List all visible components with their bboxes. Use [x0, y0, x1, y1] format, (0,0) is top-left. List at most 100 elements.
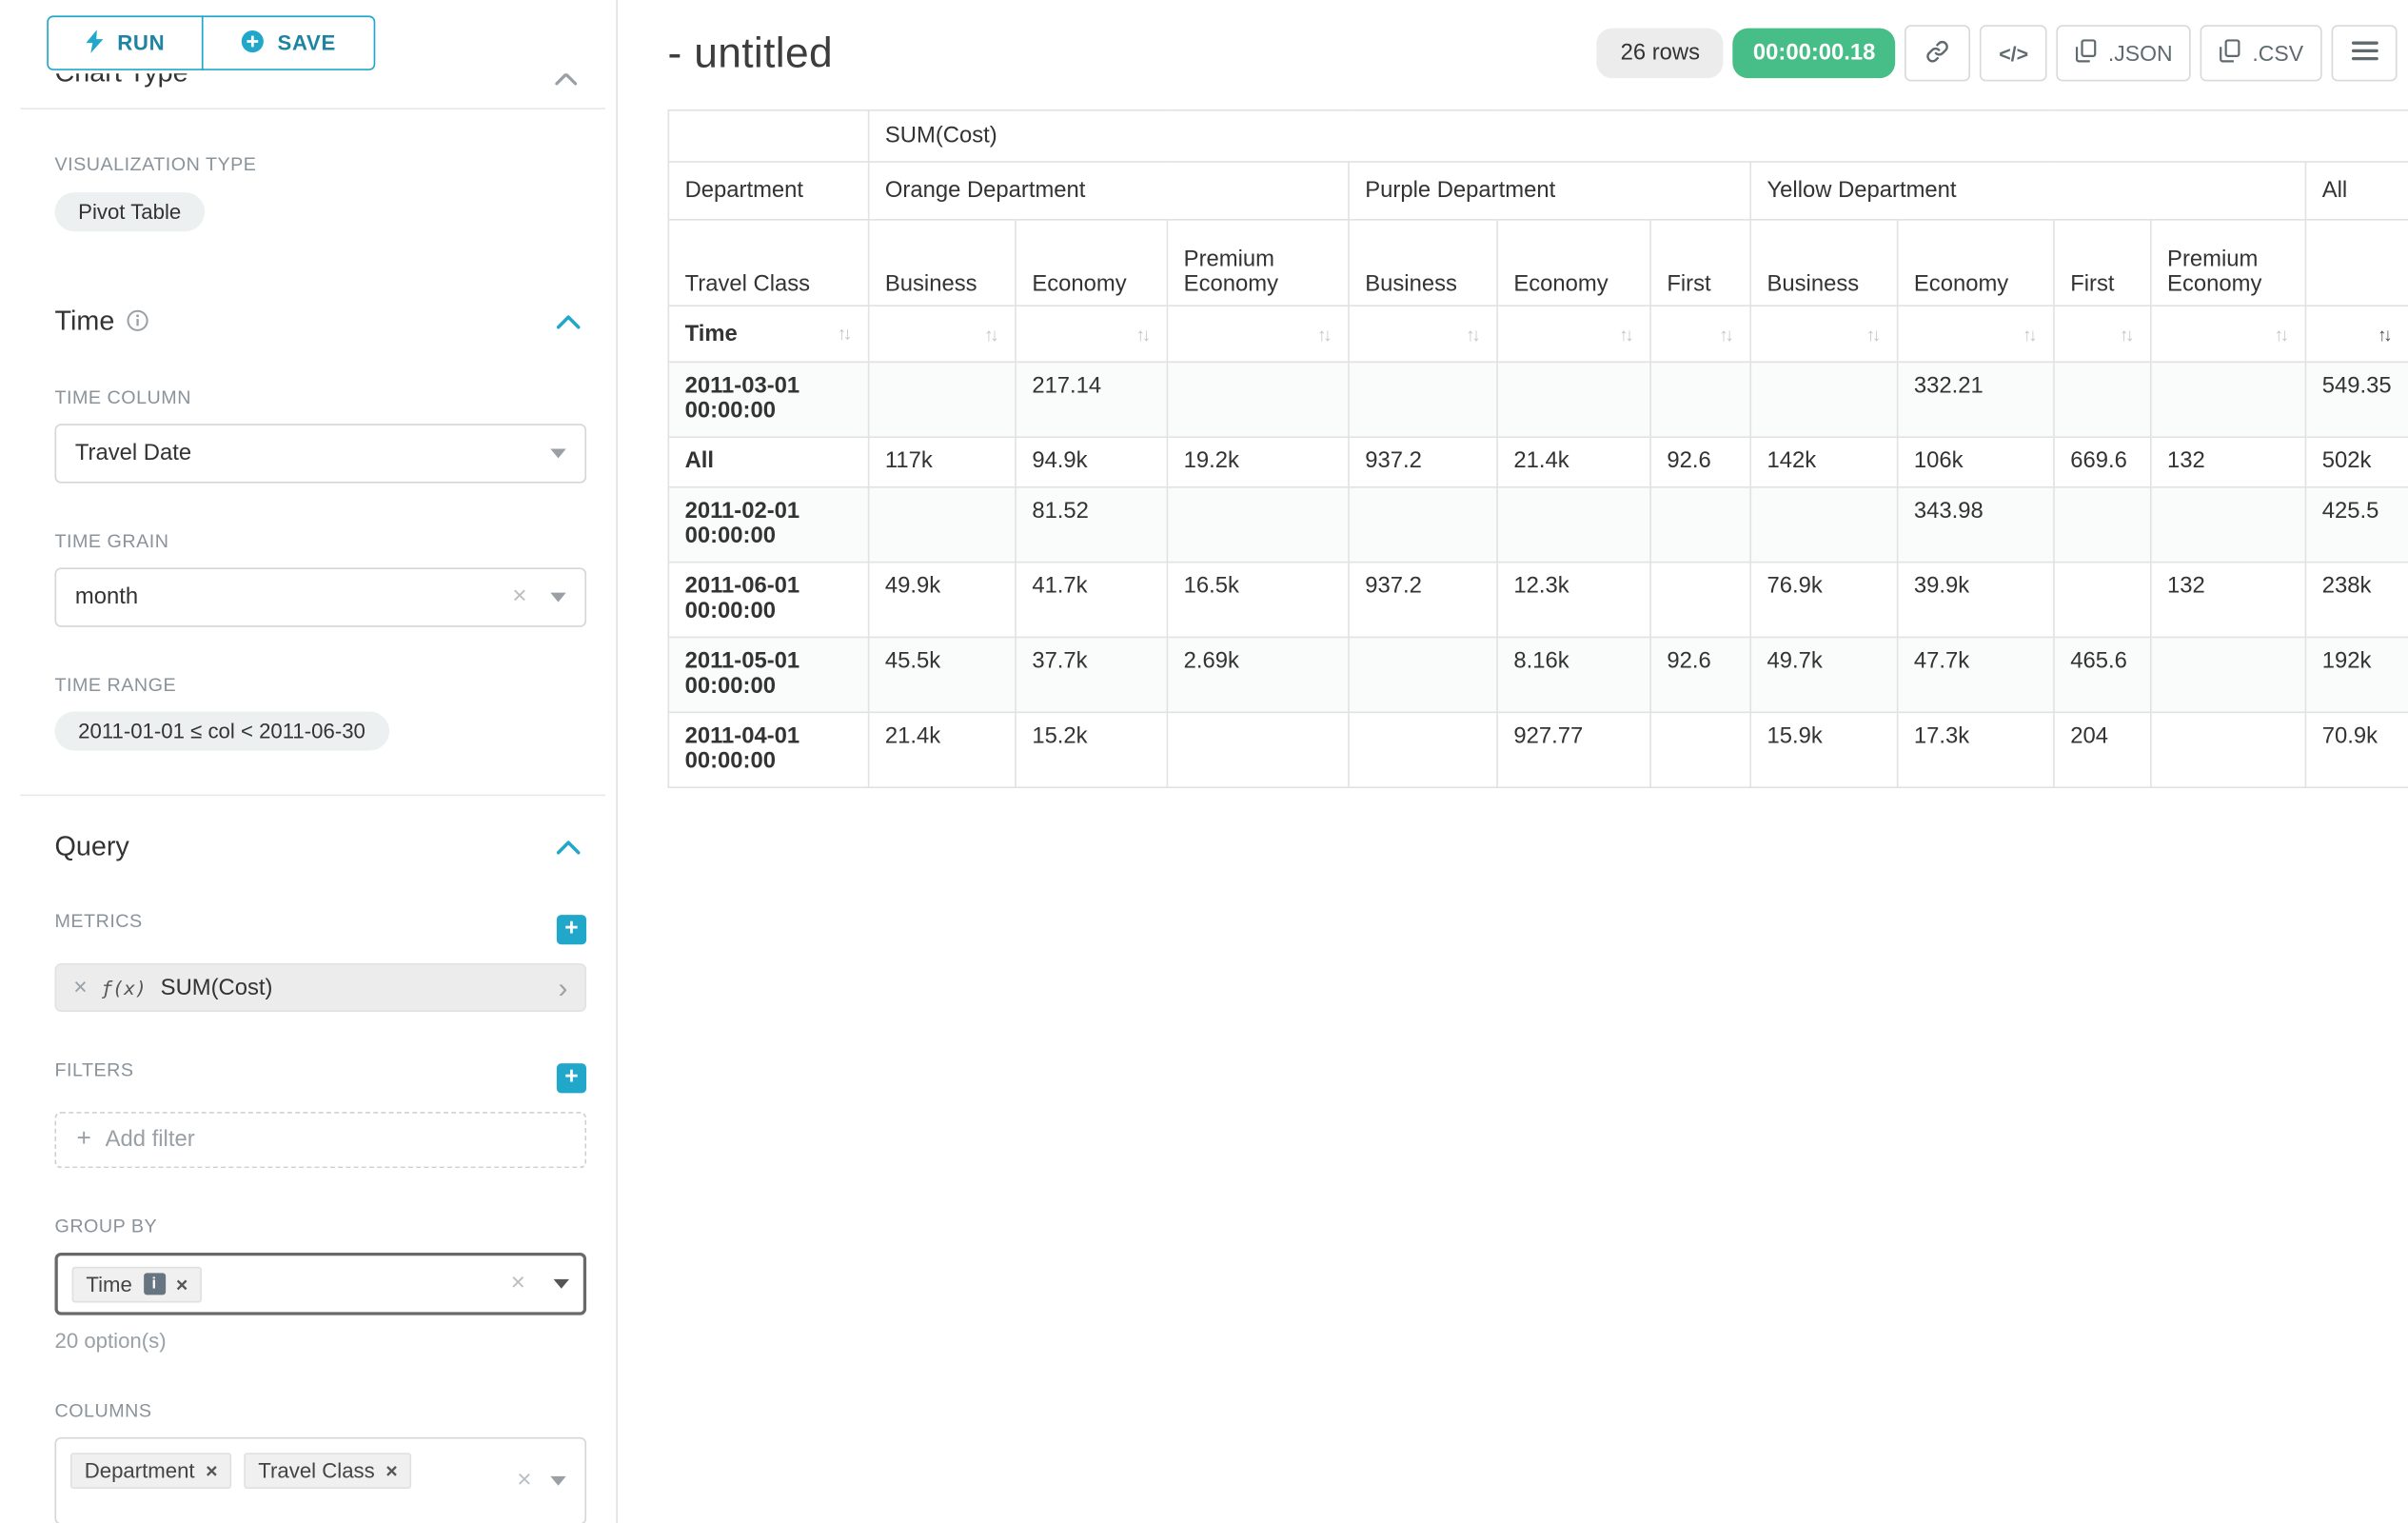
sort-icon[interactable]: ↑↓ — [2023, 326, 2038, 346]
pivot-sort-cell[interactable]: ↑↓ — [2054, 306, 2151, 362]
columns-field: COLUMNS Department×Travel Class× × 19 op… — [55, 1399, 587, 1523]
pivot-sort-cell[interactable]: ↑↓ — [1898, 306, 2054, 362]
time-column-select[interactable]: Travel Date — [55, 424, 587, 483]
close-icon[interactable]: × — [512, 584, 526, 609]
pivot-value-cell: 49.9k — [869, 563, 1016, 638]
time-grain-select[interactable]: month × — [55, 567, 587, 626]
pivot-class-header: Economy — [1497, 220, 1650, 306]
pivot-time-header[interactable]: Time↑↓ — [668, 306, 868, 362]
link-icon — [1925, 38, 1950, 68]
select-tag[interactable]: Travel Class× — [245, 1453, 412, 1489]
row-count-badge: 26 rows — [1597, 29, 1724, 79]
pivot-value-cell — [2054, 362, 2151, 437]
pivot-sort-cell[interactable]: ↑↓ — [2151, 306, 2306, 362]
pivot-value-cell: 92.6 — [1650, 637, 1750, 712]
pivot-all-header: All — [2305, 162, 2408, 220]
sort-icon[interactable]: ↑↓ — [1317, 326, 1332, 346]
pivot-sort-cell[interactable]: ↑↓ — [1750, 306, 1897, 362]
time-range-value[interactable]: 2011-01-01 ≤ col < 2011-06-30 — [55, 712, 389, 751]
pivot-value-cell — [1349, 487, 1497, 563]
pivot-sort-cell[interactable]: ↑↓ — [1497, 306, 1650, 362]
columns-select[interactable]: Department× Travel Class× × — [55, 1437, 587, 1523]
export-csv-label: .CSV — [2252, 41, 2303, 66]
save-button[interactable]: SAVE — [203, 15, 375, 70]
select-tag[interactable]: Department× — [70, 1453, 231, 1489]
pivot-value-cell: 142k — [1750, 437, 1897, 487]
time-range-field: TIME RANGE 2011-01-01 ≤ col < 2011-06-30 — [55, 674, 587, 751]
explore-page: RUN SAVE Chart Type VISUALIZATION TYPE P… — [0, 0, 2408, 1523]
run-button[interactable]: RUN — [47, 15, 204, 70]
pivot-table: SUM(Cost)DepartmentOrange DepartmentPurp… — [668, 109, 2408, 788]
pivot-value-cell — [2054, 487, 2151, 563]
add-filter-button[interactable]: + Add filter — [55, 1112, 587, 1168]
close-icon[interactable]: × — [517, 1469, 531, 1493]
pivot-value-cell: 15.9k — [1750, 712, 1897, 787]
pivot-sort-cell[interactable]: ↑↓ — [2305, 306, 2408, 362]
sort-icon[interactable]: ↑↓ — [1136, 326, 1152, 346]
chevron-up-icon[interactable] — [557, 305, 581, 338]
pivot-value-cell: 41.7k — [1016, 563, 1167, 638]
close-icon[interactable]: × — [511, 1272, 525, 1296]
pivot-value-cell: 16.5k — [1167, 563, 1349, 638]
chevron-up-icon — [555, 73, 577, 93]
chevron-right-icon[interactable]: › — [559, 974, 568, 1002]
query-section-header[interactable]: Query — [55, 830, 587, 863]
pivot-value-cell: 19.2k — [1167, 437, 1349, 487]
sort-icon[interactable]: ↑↓ — [1466, 326, 1481, 346]
pivot-value-cell — [1750, 487, 1897, 563]
metric-item[interactable]: × ƒ(x) SUM(Cost) › — [55, 963, 587, 1012]
sort-icon[interactable]: ↑↓ — [838, 325, 853, 344]
metrics-label: METRICS — [55, 910, 143, 932]
more-options-button[interactable] — [2332, 25, 2398, 81]
chart-header: - untitled 26 rows 00:00:00.18 </> .JSON — [668, 25, 2398, 81]
copy-link-button[interactable] — [1905, 25, 1971, 81]
pivot-sort-cell[interactable]: ↑↓ — [1016, 306, 1167, 362]
pivot-class-header: Premium Economy — [1167, 220, 1349, 306]
visualization-type-value[interactable]: Pivot Table — [55, 192, 205, 231]
time-grain-value: month — [75, 584, 138, 609]
remove-tag-icon[interactable]: × — [206, 1459, 217, 1483]
control-panel: RUN SAVE Chart Type VISUALIZATION TYPE P… — [0, 0, 618, 1523]
time-section-header[interactable]: Time — [55, 304, 587, 340]
sort-icon[interactable]: ↑↓ — [1866, 326, 1882, 346]
select-tag[interactable]: Timei× — [72, 1266, 203, 1302]
remove-tag-icon[interactable]: × — [176, 1272, 188, 1296]
pivot-class-header — [2305, 220, 2408, 306]
section-divider — [20, 108, 604, 109]
sort-icon[interactable]: ↑↓ — [2275, 326, 2290, 346]
pivot-sort-cell[interactable]: ↑↓ — [1349, 306, 1497, 362]
pivot-value-cell: 81.52 — [1016, 487, 1167, 563]
pivot-value-cell: 37.7k — [1016, 637, 1167, 712]
export-json-button[interactable]: .JSON — [2057, 25, 2192, 81]
pivot-sort-cell[interactable]: ↑↓ — [1650, 306, 1750, 362]
pivot-row-label: 2011-06-01 00:00:00 — [668, 563, 868, 638]
code-icon: </> — [1999, 42, 2028, 66]
remove-tag-icon[interactable]: × — [385, 1459, 397, 1483]
time-column-label: TIME COLUMN — [55, 386, 587, 408]
pivot-sort-cell[interactable]: ↑↓ — [869, 306, 1016, 362]
filters-field: FILTERS + + Add filter — [55, 1058, 587, 1168]
embed-code-button[interactable]: </> — [1980, 25, 2046, 81]
pivot-value-cell: 937.2 — [1349, 563, 1497, 638]
group-by-select[interactable]: Timei× × — [55, 1253, 587, 1315]
add-metric-button[interactable]: + — [557, 914, 586, 943]
copy-icon — [2220, 39, 2241, 68]
pivot-value-cell: 49.7k — [1750, 637, 1897, 712]
chevron-up-icon[interactable] — [557, 830, 581, 863]
pivot-dimension-header: Travel Class — [668, 220, 868, 306]
sort-icon[interactable]: ↑↓ — [1719, 326, 1734, 346]
pivot-value-cell — [1167, 712, 1349, 787]
sort-icon[interactable]: ↑↓ — [1619, 326, 1634, 346]
remove-metric-icon[interactable]: × — [73, 976, 87, 999]
caret-down-icon — [550, 593, 565, 603]
sort-icon[interactable]: ↑↓ — [984, 326, 999, 346]
sort-icon[interactable]: ↑↓ — [2120, 326, 2135, 346]
pivot-value-cell — [869, 487, 1016, 563]
sort-icon[interactable]: ↑↓ — [2378, 326, 2393, 346]
info-icon: i — [143, 1273, 165, 1295]
export-csv-button[interactable]: .CSV — [2201, 25, 2322, 81]
pivot-value-cell: 47.7k — [1898, 637, 2054, 712]
pivot-sort-cell[interactable]: ↑↓ — [1167, 306, 1349, 362]
add-filter-plus-button[interactable]: + — [557, 1062, 586, 1092]
pivot-dimension-header: Department — [668, 162, 868, 220]
